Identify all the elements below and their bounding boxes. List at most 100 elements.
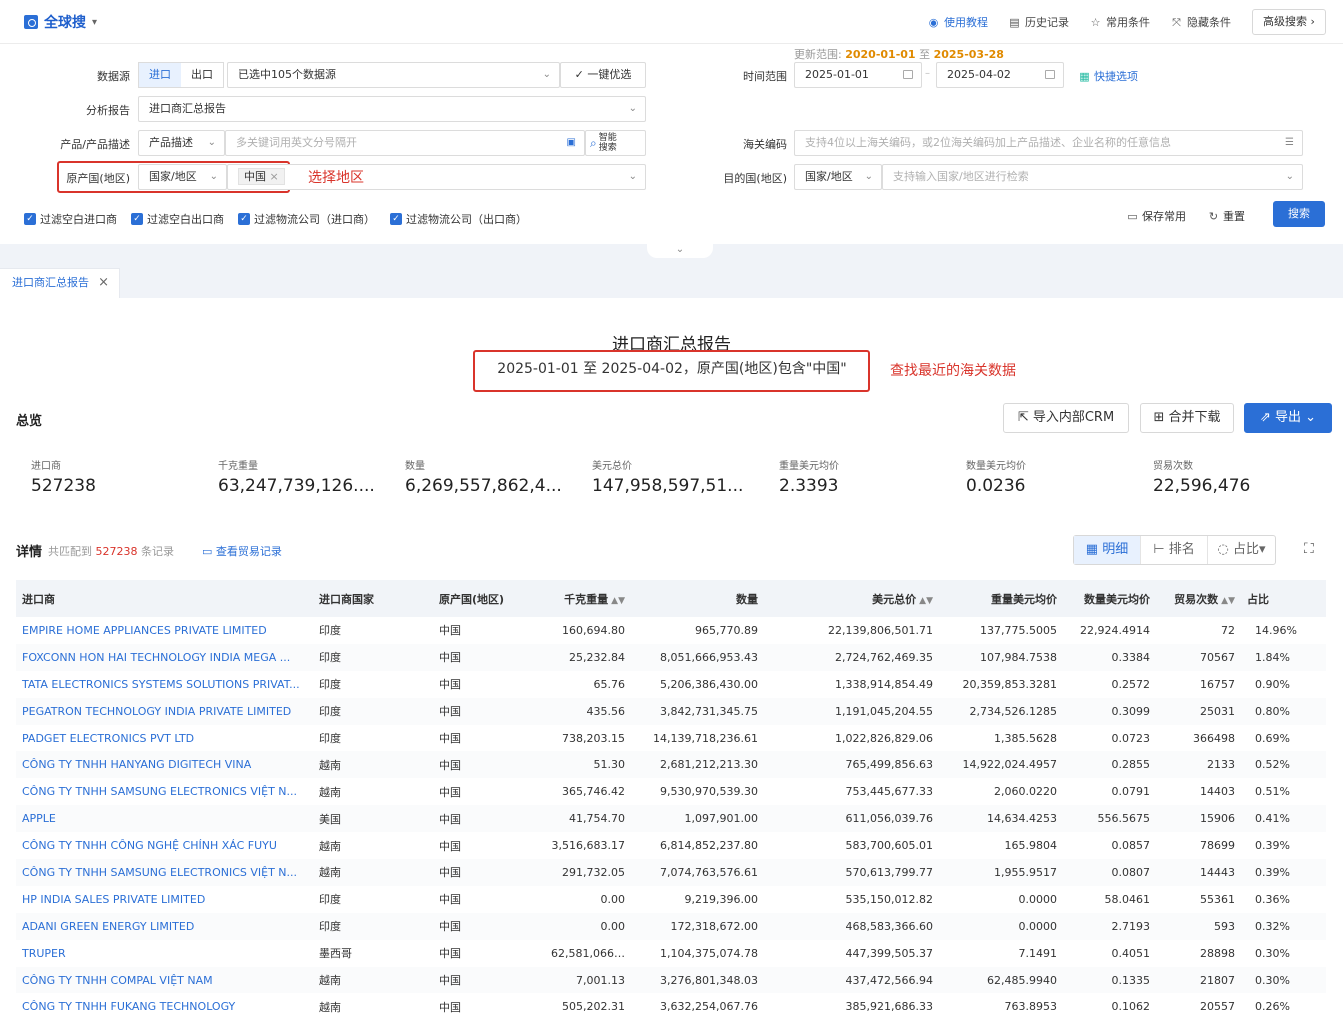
app-logo-icon [24,15,38,29]
merge-download-button[interactable]: ⊞ 合并下载 [1140,403,1234,433]
dest-input[interactable]: 支持输入国家/地区进行检索 ⌄ [882,164,1303,190]
merge-icon: ⊞ [1153,410,1165,425]
advanced-search-button[interactable]: 高级搜索 › [1252,9,1326,35]
table-cell: 0.0791 [1111,785,1151,799]
stat-quantity: 数量 6,269,557,862,4... [405,461,562,496]
translate-icon[interactable]: ▣ [567,131,576,155]
tab-importer-summary[interactable]: 进口商汇总报告 × [0,268,120,298]
datasource-select[interactable]: 已选中105个数据源 ⌄ [227,62,560,88]
importer-name-link[interactable]: HP INDIA SALES PRIVATE LIMITED [16,886,313,913]
app-switcher[interactable]: 全球搜 ▾ [24,12,97,32]
table-cell: 14,139,718,236.61 [653,731,758,745]
table-cell: 2,734,526.1285 [969,704,1057,718]
importer-name-link[interactable]: CÔNG TY TNHH CÔNG NGHỆ CHÍNH XÁC FUYU [16,832,313,859]
table-cell: 965,770.89 [695,623,758,637]
table-cell: 535,150,012.82 [845,892,933,906]
view-share-button[interactable]: ◌ 占比▾ [1208,536,1275,564]
table-cell: 中国 [439,624,461,638]
smart-search-button[interactable]: ⌕ 智能搜索 [585,130,646,156]
origin-type-select[interactable]: 国家/地区 ⌄ [138,164,227,190]
table-cell: 越南 [319,974,341,988]
importer-name-link[interactable]: CÔNG TY TNHH SAMSUNG ELECTRONICS VIỆT N.… [16,778,313,805]
export-toggle[interactable]: 出口 [181,63,223,87]
table-cell: 墨西哥 [319,947,352,961]
importer-name-link[interactable]: PADGET ELECTRONICS PVT LTD [16,725,313,752]
table-cell: 2.7193 [1111,919,1151,933]
chevron-down-icon: ⌄ [542,69,551,80]
importer-name-link[interactable]: CÔNG TY TNHH HANYANG DIGITECH VINA [16,751,313,778]
view-trade-records-link[interactable]: ▭ 查看贸易记录 [202,543,282,559]
table-cell: 0.1062 [1111,1000,1151,1014]
save-icon: ▭ [1127,209,1138,223]
origin-input[interactable]: 中国 × ⌄ [227,164,646,190]
tutorial-link[interactable]: ◉ 使用教程 [927,14,988,30]
table-cell: 印度 [319,920,341,934]
chevron-down-icon: ⌄ [207,137,216,148]
report-select[interactable]: 进口商汇总报告 ⌄ [138,96,646,122]
table-cell: 14,634.4253 [987,812,1057,826]
filter-blank-exporter[interactable]: ✓ 过滤空白出口商 [131,211,224,227]
table-cell: 20,359,853.3281 [962,677,1057,691]
filter-logistics-importer[interactable]: ✓ 过滤物流公司（进口商） [238,211,375,227]
table-cell: 583,700,605.01 [845,839,933,853]
optimize-button[interactable]: ✓ 一键优选 [560,62,646,88]
importer-name-link[interactable]: CÔNG TY TNHH SAMSUNG ELECTRONICS VIỆT N.… [16,859,313,886]
table-cell: 385,921,686.33 [845,1000,933,1014]
table-cell: 1,022,826,829.06 [835,731,933,745]
view-detail-button[interactable]: ▦ 明细 [1074,536,1141,564]
close-icon[interactable]: × [270,170,279,183]
product-label: 产品/产品描述 [60,138,130,151]
time-range-label: 时间范围 [743,70,787,83]
table-cell: 505,202.31 [562,1000,625,1014]
filter-logistics-exporter[interactable]: ✓ 过滤物流公司（出口商） [390,211,527,227]
date-separator: – [925,68,930,79]
reset-button[interactable]: ↻ 重置 [1207,208,1245,224]
table-cell: 1,097,901.00 [684,812,758,826]
export-button[interactable]: ⇗ 导出 ⌄ [1244,403,1332,433]
importer-name-link[interactable]: CÔNG TY TNHH COMPAL VIỆT NAM [16,967,313,994]
collapse-toggle[interactable]: ⌄ [647,244,713,258]
close-icon[interactable]: × [98,269,109,297]
hidden-conditions-link[interactable]: ⤧ 隐藏条件 [1170,14,1231,30]
fullscreen-icon[interactable]: ⛶ [1304,542,1318,556]
date-to-input[interactable]: 2025-04-02 [936,62,1064,88]
importer-name-link[interactable]: TATA ELECTRONICS SYSTEMS SOLUTIONS PRIVA… [16,671,313,698]
table-cell: 28898 [1200,946,1235,960]
importer-name-link[interactable]: EMPIRE HOME APPLIANCES PRIVATE LIMITED [16,617,313,644]
table-cell: 0.1335 [1111,973,1151,987]
product-input[interactable]: 多关键词用英文分号隔开 ▣ [225,130,585,156]
importer-name-link[interactable]: ADANI GREEN ENERGY LIMITED [16,913,313,940]
importer-table: 进口商 进口商国家 原产国(地区) 千克重量 ▲▼ 数量 美元总价 ▲▼ 重量美元均… [16,580,1326,1017]
import-toggle[interactable]: 进口 [139,63,181,87]
filter-blank-importer[interactable]: ✓ 过滤空白进口商 [24,211,117,227]
table-cell: 365,746.42 [562,785,625,799]
quick-options-link[interactable]: ▦ 快捷选项 [1078,68,1138,84]
col-trade-count[interactable]: 贸易次数 ▲▼ [1156,580,1241,617]
table-cell: 印度 [319,893,341,907]
col-total-usd[interactable]: 美元总价 ▲▼ [764,580,939,617]
date-from-input[interactable]: 2025-01-01 [794,62,922,88]
importer-name-link[interactable]: APPLE [16,805,313,832]
table-cell: 763.8953 [1004,1000,1058,1014]
save-common-button[interactable]: ▭ 保存常用 [1126,208,1186,224]
origin-tag[interactable]: 中国 × [238,168,285,185]
importer-name-link[interactable]: FOXCONN HON HAI TECHNOLOGY INDIA MEGA ..… [16,644,313,671]
table-cell: 5,206,386,430.00 [660,677,758,691]
table-cell: 1,338,914,854.49 [835,677,933,691]
product-type-select[interactable]: 产品描述 ⌄ [138,130,225,156]
table-cell: 2133 [1207,758,1235,772]
table-cell: 印度 [319,705,341,719]
col-weight[interactable]: 千克重量 ▲▼ [545,580,631,617]
dest-type-select[interactable]: 国家/地区 ⌄ [794,164,882,190]
list-icon[interactable]: ☰ [1285,131,1294,155]
importer-name-link[interactable]: TRUPER [16,940,313,967]
hs-code-input[interactable]: 支持4位以上海关编码，或2位海关编码加上产品描述、企业名称的任意信息 ☰ [794,130,1303,156]
import-crm-button[interactable]: ⇱ 导入内部CRM [1003,403,1129,433]
view-ranking-button[interactable]: ⊢ 排名 [1141,536,1208,564]
table-cell: 中国 [439,974,461,988]
common-conditions-link[interactable]: ☆ 常用条件 [1089,14,1150,30]
search-button[interactable]: 搜索 [1273,201,1325,227]
importer-name-link[interactable]: CÔNG TY TNHH FUKANG TECHNOLOGY [16,993,313,1017]
history-link[interactable]: ▤ 历史记录 [1008,14,1069,30]
importer-name-link[interactable]: PEGATRON TECHNOLOGY INDIA PRIVATE LIMITE… [16,698,313,725]
